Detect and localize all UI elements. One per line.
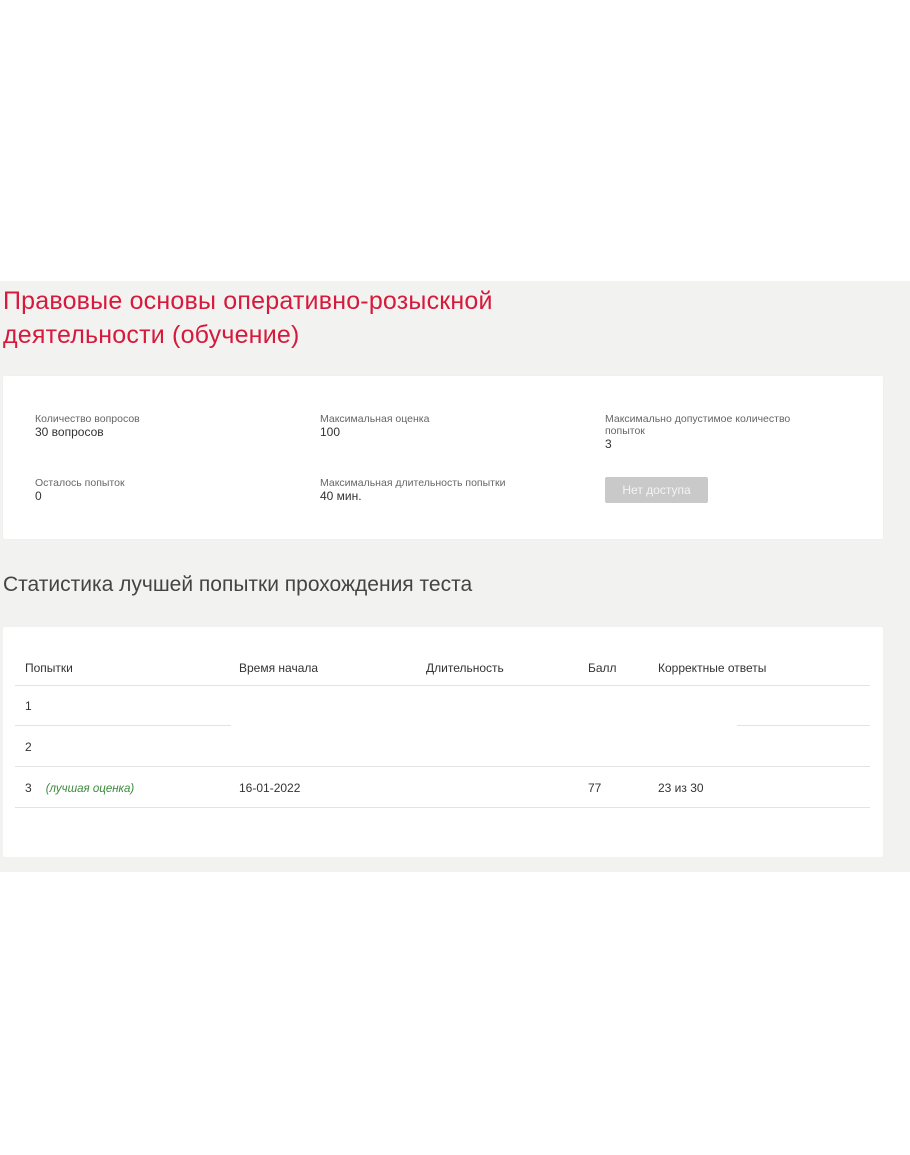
max-attempts-label: Максимально допустимое количество попыто… [605,413,791,437]
column-header-duration: Длительность [426,661,504,675]
stats-card: Попытки Время начала Длительность Балл К… [3,627,883,857]
attempt-number: 3 [25,781,32,795]
attempts-left: Осталось попыток 0 [35,477,265,503]
max-score-label: Максимальная оценка [320,413,430,425]
best-score-note: (лучшая оценка) [45,783,135,795]
row-divider [15,807,870,808]
questions-count: Количество вопросов 30 вопросов [35,413,265,439]
attempt-cell: 3 (лучшая оценка) [25,781,134,796]
correct-answers-value: 23 из 30 [658,781,704,795]
max-duration: Максимальная длительность попытки 40 мин… [320,477,550,503]
column-header-correct-answers: Корректные ответы [658,661,767,675]
page-title: Правовые основы оперативно-розыскной дея… [3,287,493,349]
test-info-card: Количество вопросов 30 вопросов Максимал… [3,376,883,539]
attempt-number: 2 [25,740,32,754]
attempts-left-label: Осталось попыток [35,477,125,489]
questions-count-label: Количество вопросов [35,413,140,425]
max-score: Максимальная оценка 100 [320,413,550,439]
row-divider [737,725,870,726]
attempts-left-value: 0 [35,489,42,503]
max-score-value: 100 [320,425,341,439]
questions-count-value: 30 вопросов [35,425,104,439]
row-divider [15,766,870,767]
column-header-attempts: Попытки [25,661,73,675]
max-duration-value: 40 мин. [320,489,362,503]
header-divider [15,685,870,686]
no-access-button[interactable]: Нет доступа [605,477,708,503]
row-divider [15,725,231,726]
max-attempts: Максимально допустимое количество попыто… [605,413,830,451]
stats-heading: Статистика лучшей попытки прохождения те… [3,573,473,596]
max-attempts-value: 3 [605,437,612,451]
start-time: 16-01-2022 [239,781,301,795]
max-duration-label: Максимальная длительность попытки [320,477,506,489]
score-value: 77 [588,781,602,795]
column-header-score: Балл [588,661,617,675]
attempt-number: 1 [25,699,32,713]
column-header-start-time: Время начала [239,661,319,675]
